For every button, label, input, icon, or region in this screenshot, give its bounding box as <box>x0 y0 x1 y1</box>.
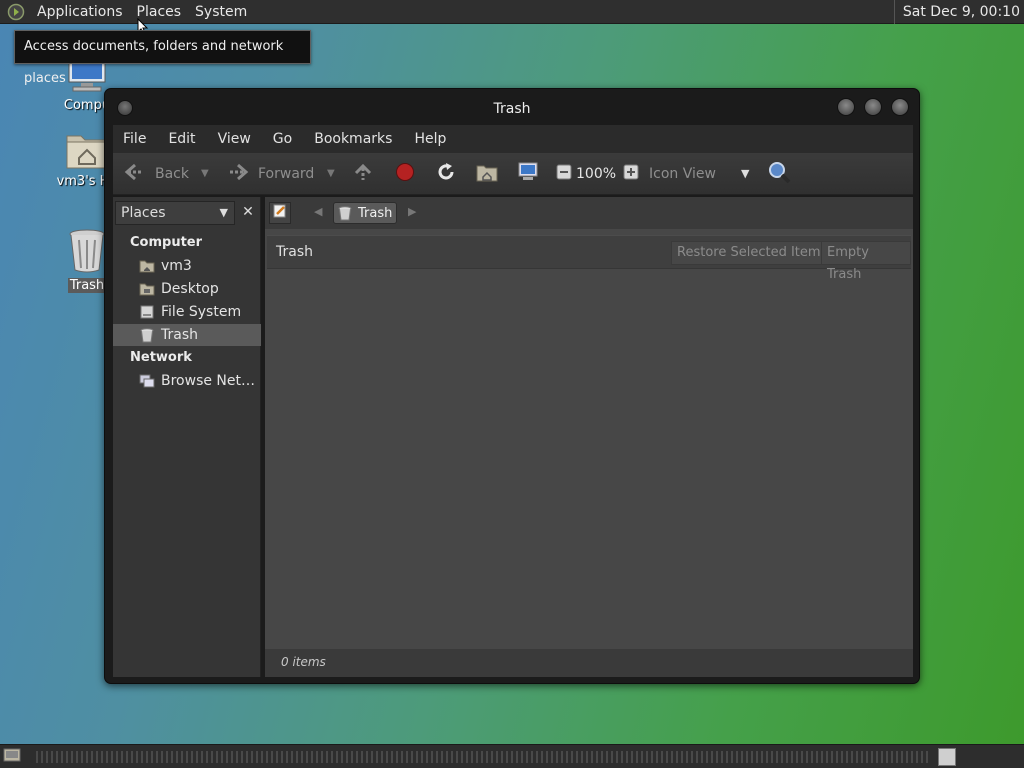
menu-applications[interactable]: Applications <box>30 0 130 24</box>
titlebar[interactable]: Trash <box>105 89 919 127</box>
path-scroll-left-icon[interactable]: ◀ <box>314 205 322 218</box>
toolbar: Back ▼ Forward ▼ 100% Icon View ▼ <box>113 153 913 195</box>
path-scroll-right-icon[interactable]: ▶ <box>408 205 416 218</box>
menu-bookmarks[interactable]: Bookmarks <box>312 131 402 147</box>
back-button[interactable]: Back <box>123 162 189 186</box>
home-folder-icon <box>65 135 109 174</box>
up-arrow-icon <box>353 162 373 186</box>
menu-view[interactable]: View <box>216 131 261 147</box>
window-list[interactable] <box>36 751 928 763</box>
sidebar-item-trash[interactable]: Trash <box>113 324 261 346</box>
up-button[interactable] <box>353 162 373 186</box>
menu-help[interactable]: Help <box>412 131 456 147</box>
back-history-dropdown[interactable]: ▼ <box>201 168 209 179</box>
stop-button[interactable] <box>395 162 415 186</box>
home-icon <box>139 258 155 274</box>
close-icon: ✕ <box>242 204 254 220</box>
sidebar-item-browse-network[interactable]: Browse Net… <box>113 370 261 392</box>
content-area: ◀ Trash ▶ Trash Restore Selected Items E… <box>265 197 913 677</box>
home-button[interactable] <box>476 162 498 186</box>
pencil-icon <box>273 204 287 222</box>
window-title: Trash <box>493 101 531 117</box>
trash-icon <box>139 327 155 343</box>
menubar: File Edit View Go Bookmarks Help <box>113 125 913 153</box>
toggle-location-button[interactable] <box>269 202 291 224</box>
status-bar: 0 items <box>265 649 913 677</box>
path-button-trash[interactable]: Trash <box>333 202 397 224</box>
trash-icon <box>338 205 352 221</box>
top-panel: Applications Places System Sat Dec 9, 00… <box>0 0 1024 24</box>
sidebar: Places ▼ ✕ Computer vm3 Desktop File Sys… <box>113 197 261 677</box>
search-icon <box>767 160 791 188</box>
zoom-out-icon <box>556 164 572 184</box>
places-tooltip: Access documents, folders and network pl… <box>14 30 311 86</box>
network-icon <box>139 373 155 389</box>
desktop-icon <box>139 281 155 297</box>
close-button[interactable] <box>891 98 909 116</box>
sidebar-item-vm3[interactable]: vm3 <box>113 255 261 277</box>
stop-icon <box>395 162 415 186</box>
trash-icon <box>67 229 107 278</box>
applications-logo-icon[interactable] <box>6 2 26 22</box>
restore-selected-items-button[interactable]: Restore Selected Items <box>671 241 834 265</box>
home-folder-icon <box>476 162 498 186</box>
sidebar-heading-network: Network <box>130 350 192 365</box>
zoom-level[interactable]: 100% <box>576 166 616 182</box>
forward-button[interactable]: Forward <box>226 162 314 186</box>
sidebar-item-desktop[interactable]: Desktop <box>113 278 261 300</box>
file-manager-window: Trash File Edit View Go Bookmarks Help B… <box>104 88 920 684</box>
bottom-panel <box>0 744 1024 768</box>
chevron-down-icon: ▼ <box>201 168 209 179</box>
reload-icon <box>436 162 456 186</box>
empty-trash-button[interactable]: Empty Trash <box>821 241 911 282</box>
workspace-switcher[interactable] <box>938 748 956 766</box>
path-bar: ◀ Trash ▶ <box>265 197 913 229</box>
zoom-in-icon <box>623 164 639 184</box>
view-mode-select[interactable]: Icon View ▼ <box>649 166 753 182</box>
close-sidebar-button[interactable]: ✕ <box>237 201 259 225</box>
chevron-down-icon: ▼ <box>327 168 335 179</box>
chevron-down-icon: ▼ <box>741 167 750 180</box>
clock[interactable]: Sat Dec 9, 00:10 <box>893 0 1024 24</box>
sidebar-type-select[interactable]: Places ▼ <box>115 201 235 225</box>
sidebar-item-file-system[interactable]: File System <box>113 301 261 323</box>
minimize-button[interactable] <box>837 98 855 116</box>
menu-system[interactable]: System <box>188 0 254 24</box>
zoom-in-button[interactable] <box>623 164 639 184</box>
desktop-icon-label: Trash <box>67 278 107 293</box>
menu-file[interactable]: File <box>121 131 156 147</box>
computer-button[interactable] <box>517 162 539 186</box>
back-arrow-icon <box>123 162 147 186</box>
trash-info-bar: Trash Restore Selected Items Empty Trash <box>267 235 911 282</box>
show-desktop-icon <box>3 747 21 767</box>
reload-button[interactable] <box>436 162 456 186</box>
info-bar-title: Trash <box>276 244 313 260</box>
forward-arrow-icon <box>226 162 250 186</box>
maximize-button[interactable] <box>864 98 882 116</box>
computer-icon <box>517 162 539 186</box>
chevron-down-icon: ▼ <box>219 206 228 219</box>
zoom-out-button[interactable] <box>556 164 572 184</box>
search-button[interactable] <box>767 160 791 188</box>
show-desktop-button[interactable] <box>2 748 22 766</box>
sidebar-heading-computer: Computer <box>130 235 203 250</box>
forward-history-dropdown[interactable]: ▼ <box>327 168 335 179</box>
menu-go[interactable]: Go <box>271 131 302 147</box>
drive-icon <box>139 304 155 320</box>
menu-edit[interactable]: Edit <box>166 131 205 147</box>
